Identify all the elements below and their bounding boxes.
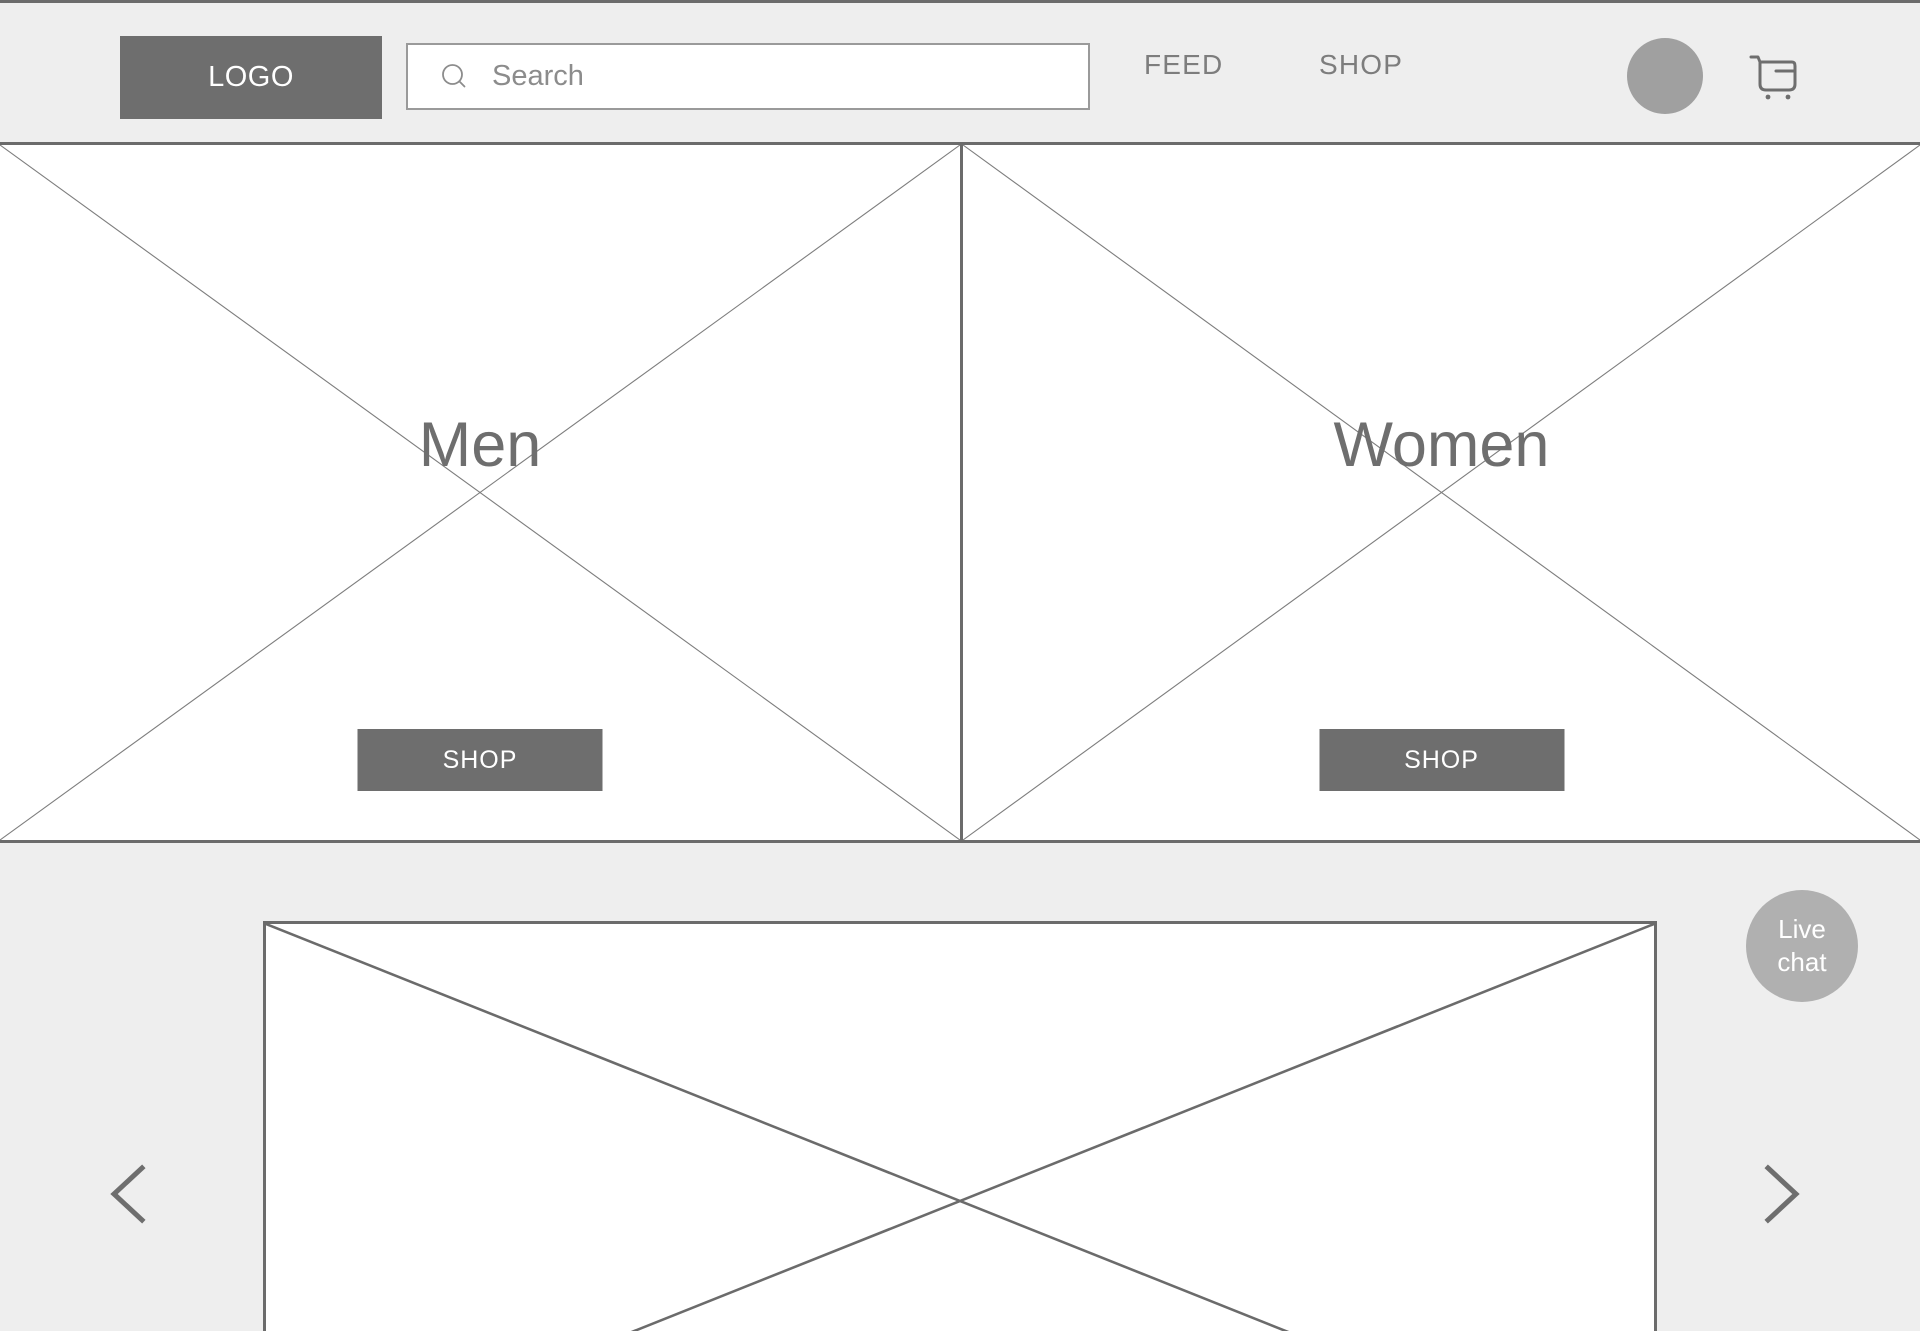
hero-panel-women-title: Women [1333,410,1550,480]
hero-panel-men[interactable]: Men SHOP [0,145,960,840]
carousel-slide[interactable] [263,921,1657,1331]
search-bar[interactable]: Search [406,43,1090,110]
nav-item-shop[interactable]: SHOP [1319,49,1403,81]
site-header: LOGO Search FEED SHOP [0,0,1920,145]
carousel-section [0,843,1920,1331]
chevron-right-icon[interactable] [1746,1148,1818,1240]
shopping-cart-icon[interactable] [1745,47,1803,105]
wireframe-page: LOGO Search FEED SHOP Men SHOP Women SHO… [0,0,1920,1331]
live-chat-label-line1: Live [1778,914,1826,944]
avatar[interactable] [1627,38,1703,114]
nav-item-shop-label: SHOP [1319,49,1404,80]
hero-panel-women-shop-button[interactable]: SHOP [1319,729,1564,791]
hero-panel-men-shop-label: SHOP [442,745,518,774]
hero-section: Men SHOP Women SHOP [0,145,1920,843]
hero-panel-women-shop-label: SHOP [1404,745,1479,774]
logo[interactable]: LOGO [120,36,382,119]
nav-item-feed-label: FEED [1144,49,1224,80]
hero-panel-women[interactable]: Women SHOP [960,145,1920,840]
image-placeholder [266,924,1654,1331]
search-icon [440,62,470,92]
chevron-left-icon[interactable] [92,1148,164,1240]
logo-label: LOGO [208,61,294,93]
hero-panel-men-title: Men [418,410,542,480]
live-chat-button[interactable]: Live chat [1746,890,1858,1002]
live-chat-label-line2: chat [1777,947,1827,977]
nav-item-feed[interactable]: FEED [1144,49,1223,81]
search-input[interactable]: Search [492,60,584,93]
hero-panel-men-shop-button[interactable]: SHOP [357,729,603,791]
